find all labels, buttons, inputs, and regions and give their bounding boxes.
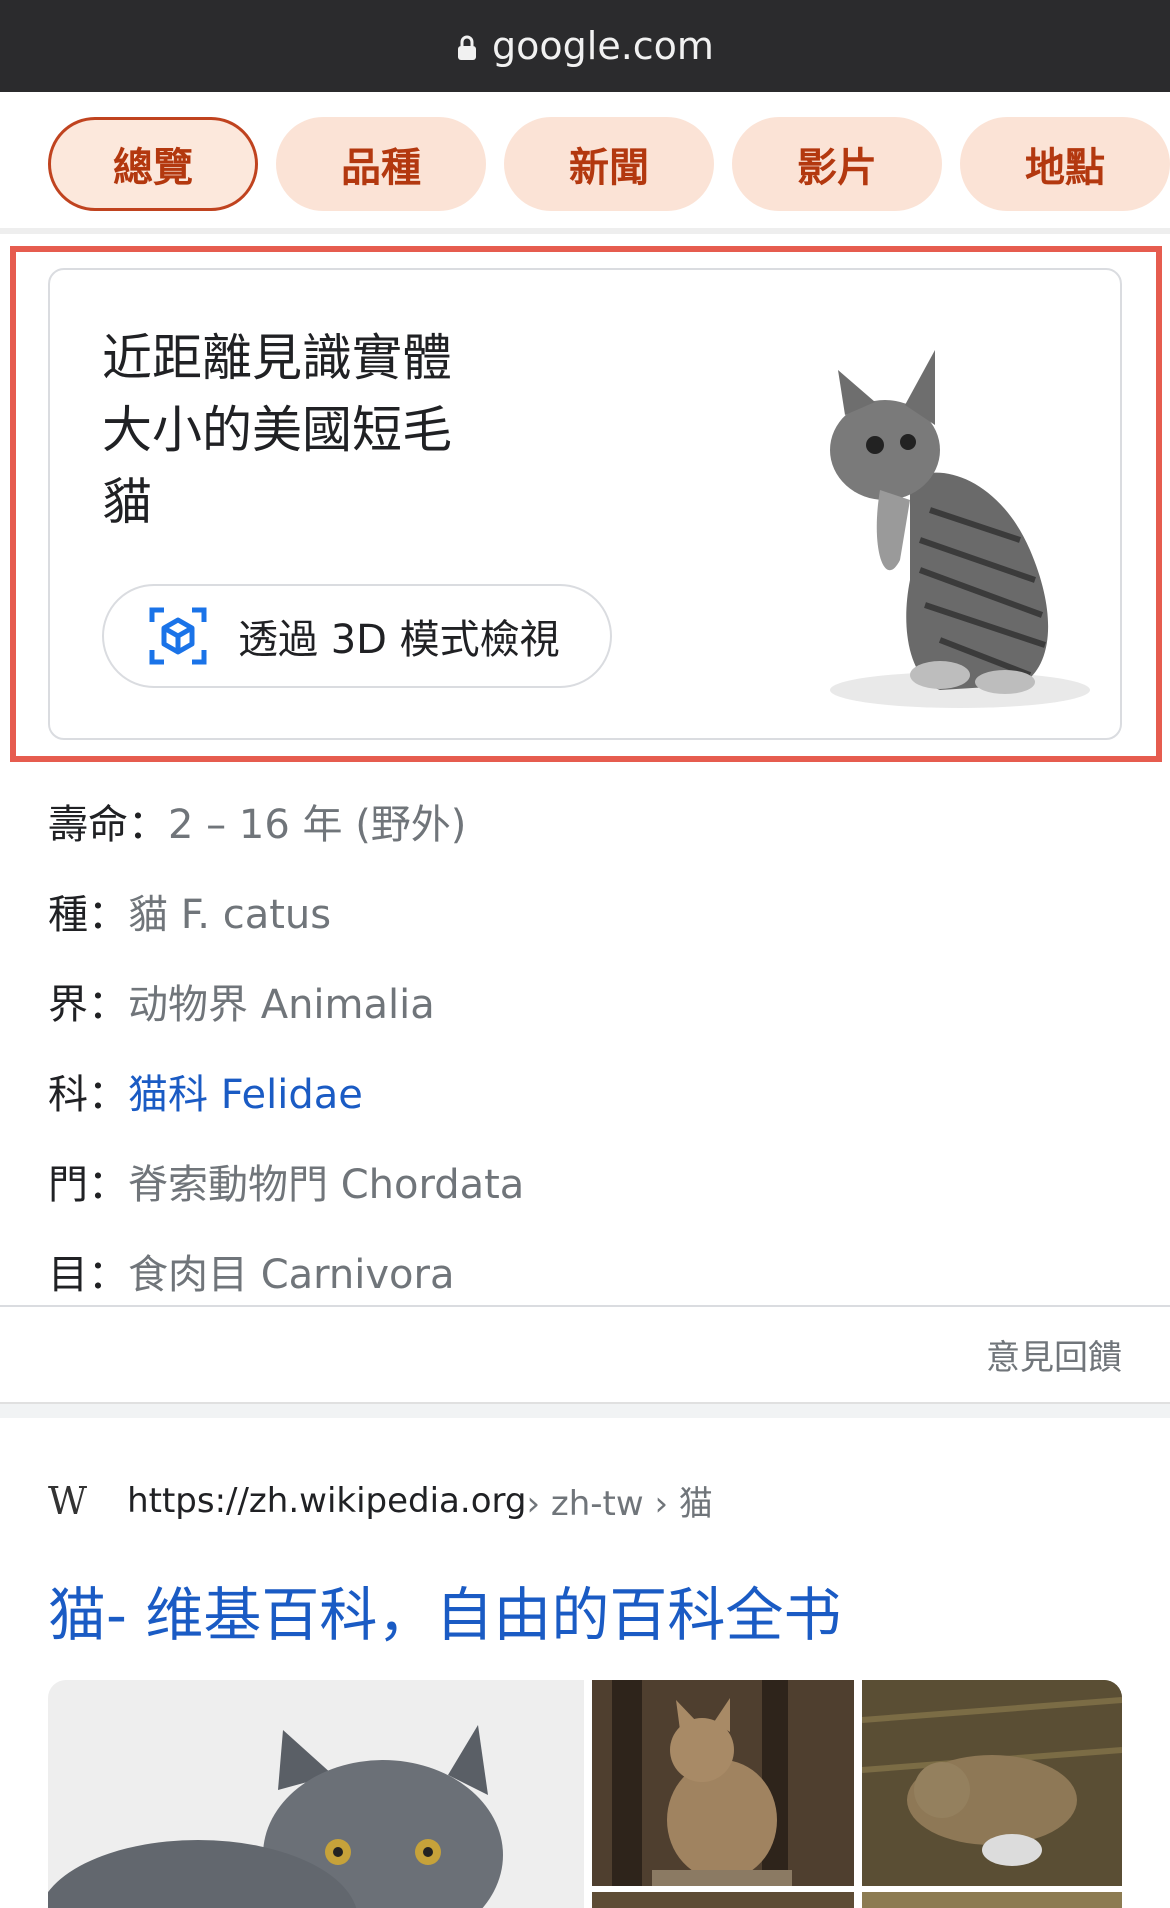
fact-order: 目： 食肉目 Carnivora — [48, 1252, 455, 1298]
result-image-2[interactable] — [592, 1680, 854, 1886]
result-breadcrumb: › zh-tw › 猫 — [526, 1484, 713, 1524]
facts-list: 壽命： 2 – 16 年 (野外) 種： 貓 F. catus 界： 动物界 A… — [48, 776, 1122, 1316]
section-separator — [0, 1402, 1170, 1418]
tab-news[interactable]: 新聞 — [504, 117, 714, 211]
sitting-cat-image — [592, 1680, 854, 1886]
tab-videos[interactable]: 影片 — [732, 117, 942, 211]
card-title: 近距離見識實體 大小的美國短毛 貓 — [102, 329, 452, 531]
result-image-3[interactable] — [862, 1680, 1122, 1886]
view-in-3d-button[interactable]: 透過 3D 模式檢視 — [102, 584, 612, 688]
fact-phylum: 門： 脊索動物門 Chordata — [48, 1162, 525, 1208]
result-title-link[interactable]: 猫- 维基百科，自由的百科全书 — [48, 1568, 841, 1652]
view-in-3d-label: 透過 3D 模式檢視 — [238, 617, 560, 663]
divider — [0, 1305, 1170, 1307]
result-image-5[interactable] — [862, 1892, 1122, 1908]
cat-3d-image — [830, 350, 1090, 708]
fact-family: 科： 猫科 Felidae — [48, 1046, 1122, 1136]
lying-cat-image — [862, 1680, 1122, 1886]
gray-cat-image — [48, 1725, 503, 1908]
fact-lifespan: 壽命： 2 – 16 年 (野外) — [48, 802, 467, 848]
tab-places[interactable]: 地點 — [960, 117, 1170, 211]
family-link[interactable]: 猫科 Felidae — [128, 1062, 363, 1120]
lock-icon — [458, 35, 477, 60]
view-in-3d-card[interactable]: 近距離見識實體 大小的美國短毛 貓 透過 3D 模式檢視 — [48, 268, 1122, 740]
ar-cube-icon — [149, 607, 207, 665]
tab-overview[interactable]: 總覽 — [48, 117, 258, 211]
result-image-main[interactable] — [48, 1680, 584, 1908]
fact-species: 種： 貓 F. catus — [48, 892, 332, 938]
feedback-link[interactable]: 意見回饋 — [986, 1330, 1122, 1379]
url-text: google.com — [492, 24, 714, 68]
wikipedia-logo-icon: W — [48, 1478, 88, 1523]
fact-kingdom: 界： 动物界 Animalia — [48, 982, 435, 1028]
result-source[interactable]: W https://zh.wikipedia.org › zh-tw › 猫 — [48, 1476, 713, 1525]
result-images — [48, 1680, 1122, 1908]
result-url: https://zh.wikipedia.org — [127, 1480, 527, 1521]
tab-breeds[interactable]: 品種 — [276, 117, 486, 211]
result-image-4[interactable] — [592, 1892, 854, 1908]
url-bar[interactable]: google.com — [0, 0, 1170, 92]
filter-tabs: 總覽 品種 新聞 影片 地點 — [0, 92, 1170, 234]
